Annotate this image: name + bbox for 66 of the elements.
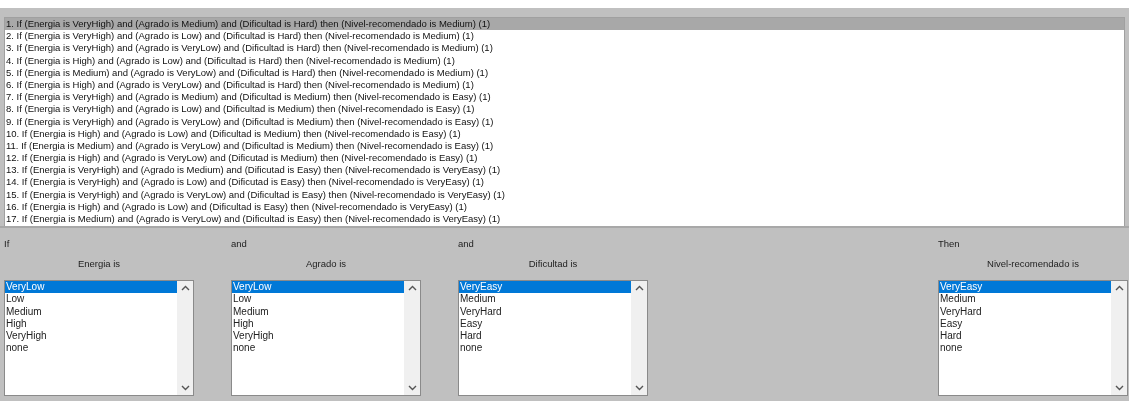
variable-label: Nivel-recomendado is: [987, 258, 1079, 269]
rule-item[interactable]: 3. If (Energia is VeryHigh) and (Agrado is VeryLow) and (Dificultad is Hard) then (Nivel-recomendado is Medium) (1): [5, 42, 1124, 55]
rule-item[interactable]: 1. If (Energia is VeryHigh) and (Agrado is Medium) and (Dificultad is Hard) then (Nivel-recomendado is Medium) (1): [5, 18, 1124, 31]
list-option[interactable]: Low: [5, 293, 177, 306]
connective-label: Then: [938, 238, 960, 250]
list-option[interactable]: Hard: [459, 330, 631, 343]
connective-label: If: [4, 238, 10, 250]
membership-listbox[interactable]: VeryLow Low Medium High VeryHigh none: [4, 280, 194, 396]
scroll-up-icon[interactable]: [180, 285, 190, 291]
scrollbar[interactable]: [1111, 281, 1127, 395]
list-option[interactable]: Hard: [939, 330, 1111, 343]
rule-item[interactable]: 13. If (Energia is VeryHigh) and (Agrado is Medium) and (Dificutad is Easy) then (Nivel-recomendado is VeryEasy) (1): [5, 164, 1124, 177]
scroll-down-icon[interactable]: [407, 385, 417, 391]
scrollbar[interactable]: [631, 281, 647, 395]
membership-listbox[interactable]: VeryLow Low Medium High VeryHigh none: [231, 280, 421, 396]
scrollbar[interactable]: [404, 281, 420, 395]
list-option[interactable]: none: [459, 342, 631, 355]
list-option[interactable]: VeryHard: [939, 305, 1111, 318]
list-option[interactable]: Medium: [939, 293, 1111, 306]
rule-item[interactable]: 5. If (Energia is Medium) and (Agrado is VeryLow) and (Dificultad is Hard) then (Nivel-recomendado is Medium) (1): [5, 66, 1124, 79]
list-option[interactable]: none: [5, 342, 177, 355]
rule-item[interactable]: 16. If (Energia is High) and (Agrado is Low) and (Dificultad is Easy) then (Nivel-recomendado is VeryEasy) (1): [5, 200, 1124, 213]
scroll-down-icon[interactable]: [180, 385, 190, 391]
list-option[interactable]: VeryLow: [232, 281, 404, 294]
list-option[interactable]: VeryHigh: [232, 330, 404, 343]
list-option[interactable]: Low: [232, 293, 404, 306]
rule-item[interactable]: 6. If (Energia is High) and (Agrado is VeryLow) and (Dificultad is Hard) then (Nivel-recomendado is Medium) (1): [5, 78, 1124, 92]
connective-label: and: [231, 238, 247, 250]
list-option[interactable]: Medium: [459, 293, 631, 306]
list-option[interactable]: VeryHigh: [5, 330, 177, 343]
variable-label: Dificultad is: [528, 258, 578, 269]
scroll-down-icon[interactable]: [1114, 385, 1124, 391]
membership-listbox[interactable]: VeryEasy Medium VeryHard Easy Hard none: [458, 280, 648, 396]
list-option[interactable]: VeryEasy: [939, 281, 1111, 294]
scroll-up-icon[interactable]: [634, 285, 644, 291]
rule-item[interactable]: 9. If (Energia is VeryHigh) and (Agrado is VeryLow) and (Dificultad is Medium) then (Nivel-recomendado is Easy) (1): [5, 115, 1124, 128]
membership-listbox[interactable]: VeryEasy Medium VeryHard Easy Hard none: [938, 280, 1128, 396]
list-option[interactable]: VeryHard: [459, 305, 631, 318]
scroll-down-icon[interactable]: [634, 385, 644, 391]
list-option[interactable]: High: [232, 317, 404, 331]
list-option[interactable]: Medium: [5, 305, 177, 318]
list-option[interactable]: High: [5, 317, 177, 331]
rule-item[interactable]: 15. If (Energia is VeryHigh) and (Agrado is VeryLow) and (Dificultad is Easy) then (Nivel-recomendado is VeryEasy) (1): [5, 188, 1124, 201]
variable-label: Energia is: [77, 258, 121, 269]
rule-item[interactable]: 17. If (Energia is Medium) and (Agrado is VeryLow) and (Dificultad is Easy) then (Nivel-recomendado is VeryEasy) (1): [5, 213, 1124, 226]
rule-item[interactable]: 12. If (Energia is High) and (Agrado is VeryLow) and (Dificutad is Medium) then (Nivel-recomendado is Easy) (1): [5, 152, 1124, 165]
rule-item[interactable]: 8. If (Energia is VeryHigh) and (Agrado is Low) and (Dificultad is Medium) then (Nivel-recomendado is Easy) (1): [5, 103, 1124, 116]
list-option[interactable]: none: [939, 342, 1111, 355]
variable-label: Agrado is: [305, 258, 347, 269]
rule-item[interactable]: 2. If (Energia is VeryHigh) and (Agrado is Low) and (Dificultad is Hard) then (Nivel-recomendado is Medium) (1): [5, 30, 1124, 43]
list-option[interactable]: Medium: [232, 305, 404, 318]
rule-item[interactable]: 10. If (Energia is High) and (Agrado is Low) and (Dificultad is Medium) then (Nivel-recomendado is Easy) (1): [5, 127, 1124, 140]
rule-list[interactable]: [4, 17, 1125, 226]
rule-item[interactable]: 14. If (Energia is VeryHigh) and (Agrado is Low) and (Dificutad is Easy) then (Nivel-recomendado is VeryEasy) (1): [5, 176, 1124, 189]
scrollbar[interactable]: [177, 281, 193, 395]
list-option[interactable]: none: [232, 342, 404, 355]
list-option[interactable]: Easy: [939, 317, 1111, 331]
list-option[interactable]: VeryLow: [5, 281, 177, 294]
list-option[interactable]: VeryEasy: [459, 281, 631, 294]
scroll-up-icon[interactable]: [1114, 285, 1124, 291]
list-option[interactable]: Easy: [459, 317, 631, 331]
rule-item[interactable]: 7. If (Energia is VeryHigh) and (Agrado is Medium) and (Dificultad is Medium) then (Nivel-recomendado is Easy) (1): [5, 91, 1124, 104]
rule-item[interactable]: 11. If (Energia is Medium) and (Agrado is VeryLow) and (Dificultad is Medium) then (Nivel-recomendado is Easy) (1): [5, 139, 1124, 153]
rule-item[interactable]: 4. If (Energia is High) and (Agrado is Low) and (Dificultad is Hard) then (Nivel-recomendado is Medium) (1): [5, 54, 1124, 67]
scroll-up-icon[interactable]: [407, 285, 417, 291]
connective-label: and: [458, 238, 474, 250]
